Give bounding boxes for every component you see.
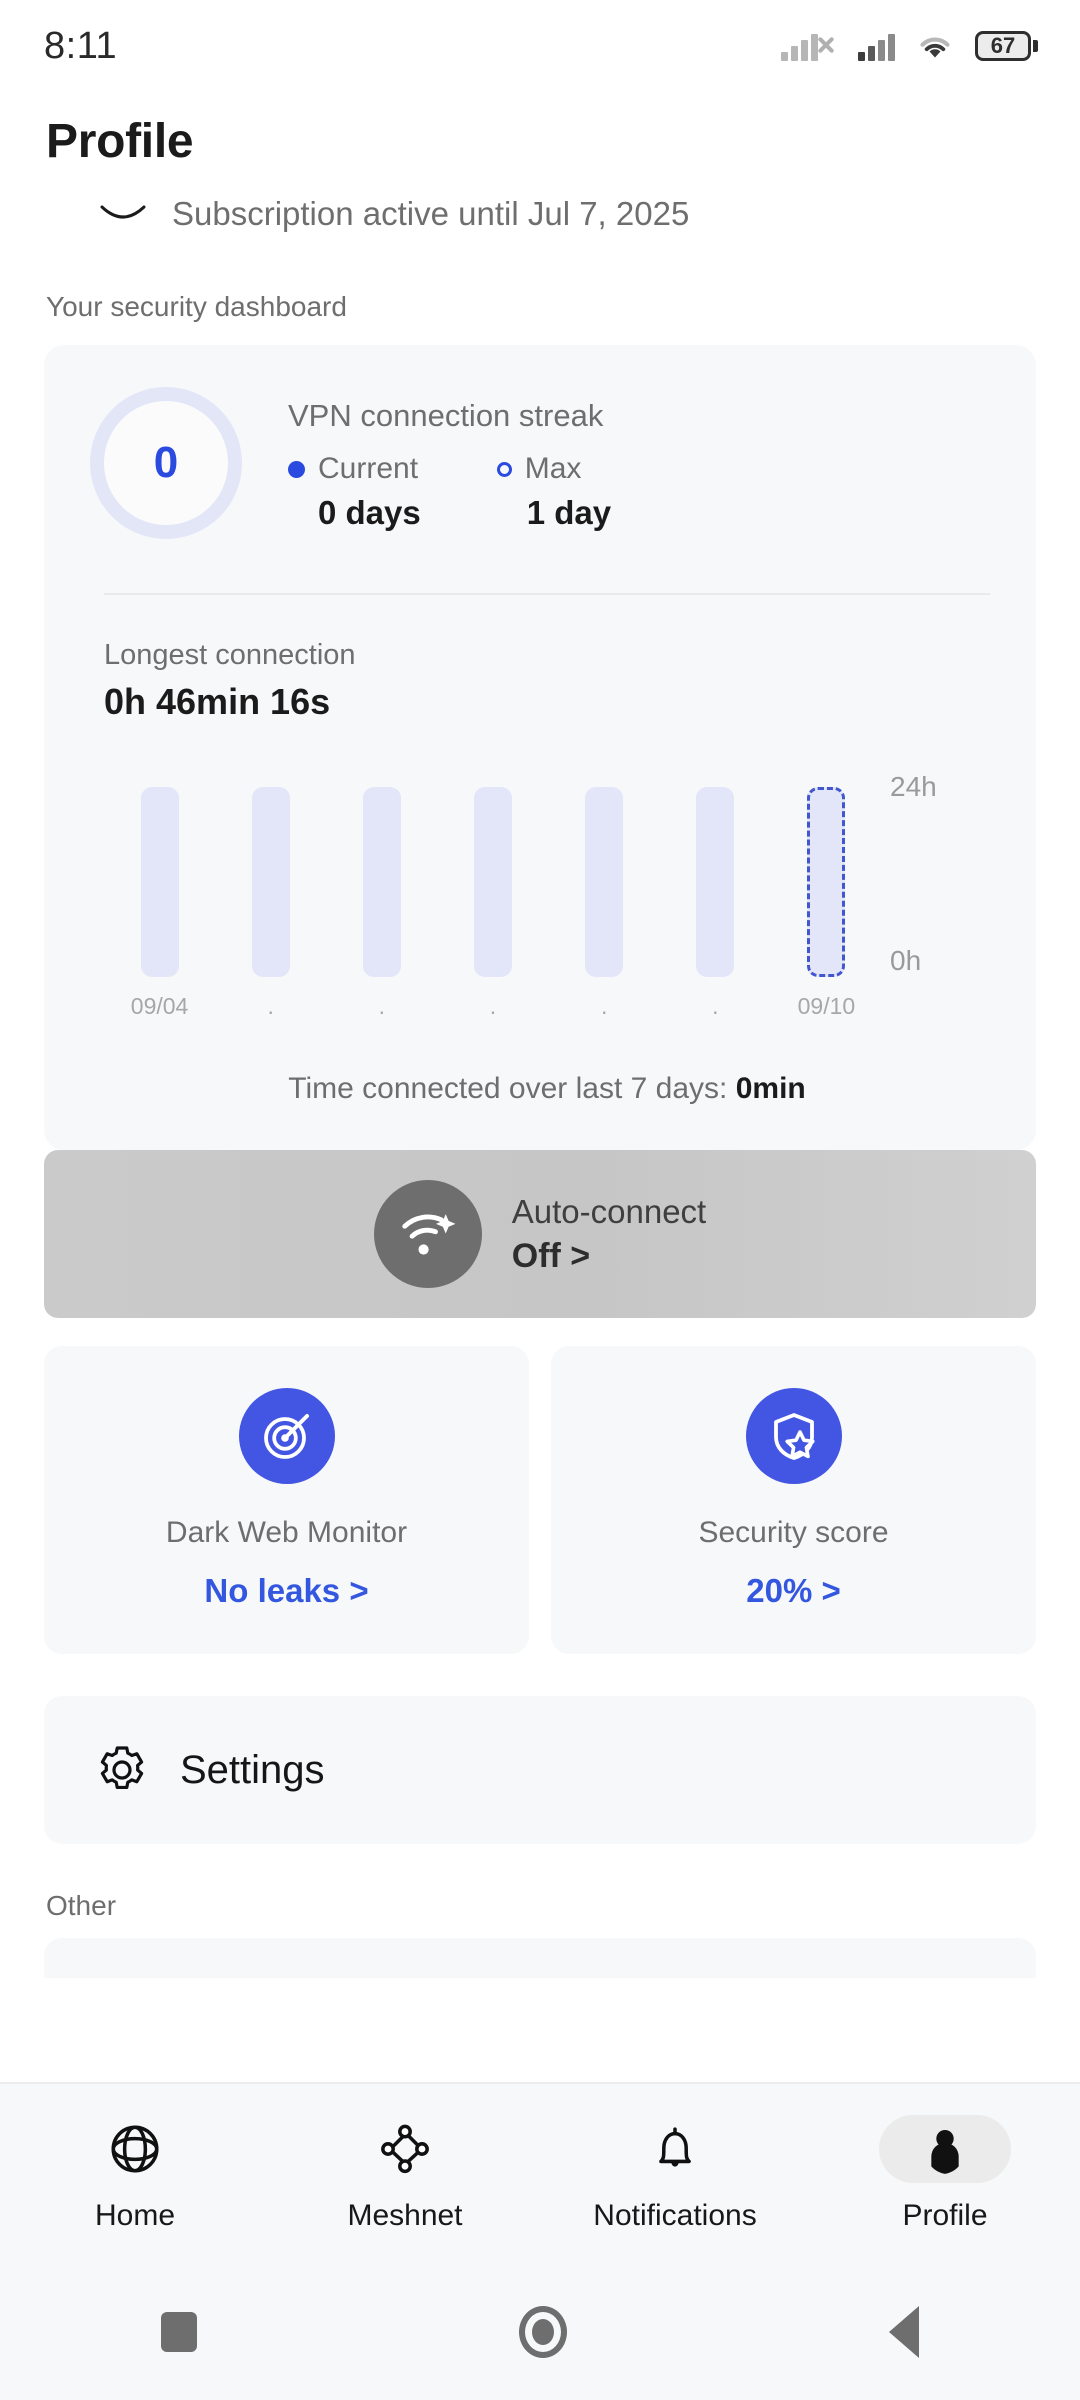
legend-dot-filled-icon (288, 460, 305, 478)
recents-square-icon[interactable] (161, 2312, 197, 2352)
security-score-link[interactable]: 20% > (551, 1572, 1036, 1610)
longest-connection-value: 0h 46min 16s (104, 681, 331, 722)
x-axis-label: 09/04 (130, 993, 189, 1019)
battery-icon: 67 (975, 31, 1038, 61)
feature-cards: Dark Web Monitor No leaks > Security sco… (44, 1346, 1036, 1654)
settings-row[interactable]: Settings (44, 1696, 1036, 1844)
bar-slot (326, 787, 437, 977)
security-dashboard-label: Your security dashboard (46, 291, 347, 322)
bar-slot (660, 787, 771, 977)
bar-slot (104, 787, 215, 977)
nav-label-notifications: Notifications (593, 2199, 757, 2232)
settings-label: Settings (180, 1747, 325, 1792)
y-axis-top-label: 24h (890, 771, 937, 802)
security-dashboard-card: 0 VPN connection streak Current 0 days M… (44, 345, 1036, 1150)
streak-max-value: 1 day (526, 494, 612, 531)
chart-bar (585, 787, 624, 977)
streak-max-label: Max (524, 452, 582, 485)
meshnet-nodes-icon (381, 2124, 429, 2174)
nav-item-meshnet[interactable]: Meshnet (270, 2115, 540, 2233)
gear-icon (100, 1746, 144, 1790)
connection-chart-section: Longest connection 0h 46min 16s 24h 0h 0… (90, 595, 990, 1150)
wifi-icon (920, 37, 950, 58)
nav-label-home: Home (94, 2199, 176, 2232)
chart-bar (473, 787, 512, 977)
dark-web-monitor-link[interactable]: No leaks > (44, 1572, 529, 1610)
dark-web-monitor-card[interactable]: Dark Web Monitor No leaks > (44, 1346, 529, 1654)
bottom-navigation-bar: Home Meshnet Notifications Profile (0, 2082, 1080, 2264)
subscription-status-text: Subscription active until Jul 7, 2025 (172, 195, 690, 232)
chart-total-value: 0min (735, 1072, 806, 1105)
streak-max-item: Max 1 day (496, 452, 612, 532)
auto-connect-banner[interactable]: Auto-connect Off > (44, 1150, 1036, 1318)
chart-y-axis: 24h 0h (890, 771, 990, 977)
bell-icon (659, 2127, 691, 2167)
globe-icon (111, 2125, 159, 2173)
chart-total-prefix: Time connected over last 7 days: (288, 1072, 736, 1105)
home-circle-icon[interactable] (519, 2306, 567, 2358)
legend-dot-open-icon (496, 461, 512, 477)
x-axis-label: 09/10 (797, 993, 856, 1019)
streak-ring: 0 (90, 387, 242, 539)
x-axis-label: . (600, 993, 608, 1019)
app-screen: 8:11 67 Profile Subscription active unti… (0, 0, 1080, 2400)
nav-item-home[interactable]: Home (0, 2115, 270, 2233)
bar-chart: 24h 0h (104, 771, 990, 977)
streak-legend: Current 0 days Max 1 day (288, 452, 990, 532)
streak-current-value: 0 days (318, 494, 421, 531)
page-title: Profile (46, 115, 194, 168)
chart-bar (140, 787, 179, 977)
status-bar-icons: 67 (781, 30, 1038, 62)
y-axis-bottom-label: 0h (890, 945, 922, 976)
bar-slot (215, 787, 326, 977)
wifi-sparkle-icon (373, 1180, 482, 1288)
nav-item-profile[interactable]: Profile (810, 2115, 1080, 2233)
bar-slot (771, 787, 882, 977)
dark-web-monitor-title: Dark Web Monitor (165, 1516, 408, 1549)
x-axis-label: . (378, 993, 386, 1019)
chevron-down-icon (100, 205, 146, 219)
x-axis-label: . (489, 993, 497, 1019)
other-section-card[interactable] (44, 1938, 1036, 1978)
streak-current-label: Current (318, 452, 419, 485)
bar-slot (549, 787, 660, 977)
shield-star-icon (745, 1388, 842, 1484)
other-section-label: Other (46, 1890, 117, 1921)
auto-connect-state: Off > (511, 1236, 591, 1275)
chart-total-row: Time connected over last 7 days: 0min (104, 1020, 990, 1150)
bar-slot (437, 787, 548, 977)
chart-bar (696, 787, 735, 977)
chart-bar-today (807, 787, 846, 977)
person-icon (931, 2129, 959, 2174)
x-axis-label: . (712, 993, 719, 1019)
signal-no-service-icon (781, 31, 838, 61)
streak-ring-value: 0 (153, 438, 179, 487)
subscription-row[interactable]: Subscription active until Jul 7, 2025 (0, 169, 1080, 233)
signal-bars-icon (858, 31, 895, 61)
chart-x-axis: 09/04 . . . . . 09/10 (104, 993, 990, 1020)
streak-title: VPN connection streak (288, 398, 604, 433)
streak-current-item: Current 0 days (288, 452, 421, 532)
auto-connect-text-block: Auto-connect Off > (512, 1193, 706, 1276)
vpn-streak-section: 0 VPN connection streak Current 0 days M… (90, 387, 990, 539)
nav-item-notifications[interactable]: Notifications (540, 2115, 810, 2233)
security-score-card[interactable]: Security score 20% > (551, 1346, 1036, 1654)
status-bar: 8:11 67 (0, 0, 1080, 92)
android-system-nav (0, 2264, 1080, 2400)
radar-target-icon (238, 1388, 335, 1484)
status-bar-clock: 8:11 (44, 24, 118, 67)
nav-label-profile: Profile (902, 2199, 988, 2232)
x-axis-label: . (267, 993, 274, 1019)
security-score-title: Security score (698, 1516, 889, 1549)
chart-bar (362, 787, 401, 977)
chart-bar (251, 787, 290, 977)
auto-connect-label: Auto-connect (511, 1192, 707, 1230)
back-triangle-icon[interactable] (889, 2306, 919, 2358)
nav-label-meshnet: Meshnet (347, 2199, 463, 2232)
longest-connection-label: Longest connection (104, 639, 356, 671)
battery-level-text: 67 (975, 31, 1031, 61)
